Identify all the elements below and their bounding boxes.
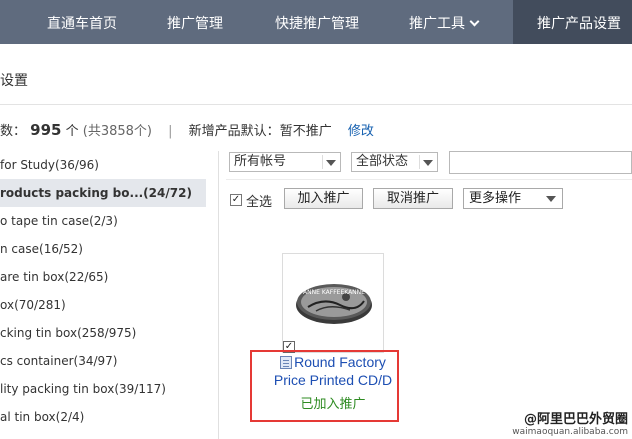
search-input[interactable]: [449, 151, 632, 174]
group-item[interactable]: lity packing tin box(39/117): [0, 375, 206, 403]
panel-divider: [218, 151, 219, 439]
more-actions-label: 更多操作: [469, 191, 522, 206]
summary-line: 数： 995 个 (共3858个) | 新增产品默认：暂不推广 修改: [0, 120, 374, 139]
dropdown-arrow-icon: [326, 160, 336, 166]
cancel-promotion-button[interactable]: 取消推广: [373, 188, 453, 209]
watermark-line1: @阿里巴巴外贸圈: [523, 412, 628, 427]
group-item[interactable]: are tin box(22/65): [0, 263, 206, 291]
group-item[interactable]: cs container(34/97): [0, 347, 206, 375]
add-promotion-button[interactable]: 加入推广: [284, 188, 363, 209]
highlight-box: [250, 350, 399, 422]
status-select-value: 全部状态: [356, 154, 409, 169]
nav-promotion-tools[interactable]: 推广工具: [409, 0, 480, 44]
divider: [0, 104, 632, 105]
group-item[interactable]: o tape tin case(2/3): [0, 207, 206, 235]
group-list: for Study(36/96) roducts packing bo...(2…: [0, 151, 206, 439]
chevron-down-icon: [469, 16, 480, 27]
top-nav: 直通车首页 推广管理 快捷推广管理 推广工具 推广产品设置: [0, 0, 632, 44]
nav-promotion-management[interactable]: 推广管理: [167, 0, 223, 44]
nav-quick-promotion[interactable]: 快捷推广管理: [275, 0, 359, 44]
group-item[interactable]: ox(70/281): [0, 291, 206, 319]
select-all-label[interactable]: 全选: [246, 191, 272, 210]
select-divider: [322, 155, 323, 169]
watermark: @阿里巴巴外贸圈 waimaoquan.alibaba.com: [512, 408, 628, 437]
promoted-count: 995: [30, 121, 62, 139]
tin-box-text: ANNE KAFFEEKANNE: [303, 289, 365, 296]
total-count: (共3858个): [82, 124, 152, 139]
group-item[interactable]: n case(16/52): [0, 235, 206, 263]
status-select[interactable]: 全部状态: [351, 152, 438, 172]
dropdown-arrow-icon: [546, 196, 556, 202]
nav-product-settings[interactable]: 推广产品设置: [513, 0, 632, 44]
page-title: 设置: [0, 73, 28, 89]
dropdown-arrow-icon: [423, 160, 433, 166]
group-item-selected[interactable]: roducts packing bo...(24/72): [0, 179, 206, 207]
divider: [226, 179, 632, 180]
nav-home[interactable]: 直通车首页: [47, 0, 117, 44]
group-item[interactable]: cking tin box(258/975): [0, 319, 206, 347]
edit-link[interactable]: 修改: [348, 124, 374, 139]
count-unit: 个: [65, 124, 79, 139]
select-all-checkbox[interactable]: ✓: [230, 194, 242, 206]
account-select-value: 所有帐号: [234, 154, 287, 169]
product-thumbnail[interactable]: ANNE KAFFEEKANNE: [282, 253, 384, 353]
separator: |: [168, 124, 173, 139]
group-item[interactable]: al tin box(2/4): [0, 403, 206, 431]
watermark-line2: waimaoquan.alibaba.com: [512, 427, 628, 437]
select-divider: [419, 155, 420, 169]
account-select[interactable]: 所有帐号: [229, 152, 341, 172]
default-value: 暂不推广: [279, 124, 332, 139]
group-item[interactable]: for Study(36/96): [0, 151, 206, 179]
tin-box-image: ANNE KAFFEEKANNE: [296, 284, 372, 324]
nav-promotion-tools-label: 推广工具: [409, 16, 465, 32]
summary-prefix: 数：: [0, 124, 27, 139]
more-actions-dropdown[interactable]: 更多操作: [463, 188, 563, 209]
default-label: 新增产品默认：: [188, 124, 280, 139]
